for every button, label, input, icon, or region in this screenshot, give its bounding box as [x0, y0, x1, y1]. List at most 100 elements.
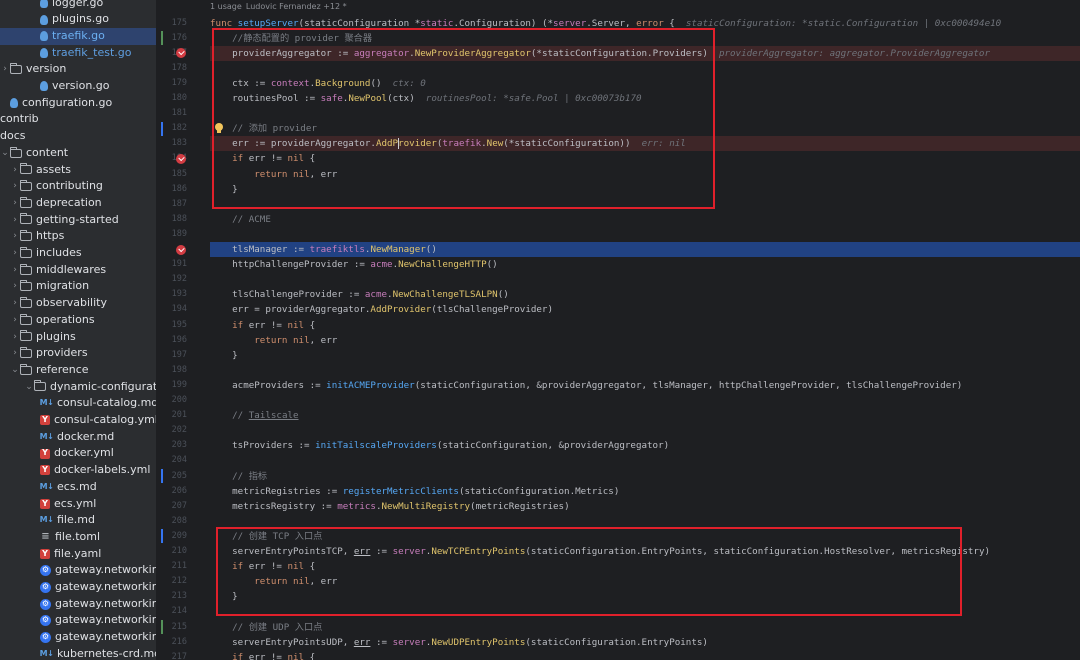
tree-item[interactable]: › plugins [0, 329, 156, 346]
code-line[interactable]: metricsRegistry := metrics.NewMultiRegis… [210, 499, 1080, 514]
chevron-right-icon[interactable]: › [10, 195, 20, 212]
code-line[interactable]: serverEntryPointsUDP, err := server.NewU… [210, 635, 1080, 650]
tree-item[interactable]: ⚙ gateway.networking.k8s [0, 612, 156, 629]
chevron-right-icon[interactable]: › [10, 262, 20, 279]
line-number[interactable]: 207 [157, 499, 187, 514]
tree-item[interactable]: M↓ kubernetes-crd.md [0, 646, 156, 660]
vcs-modified-marker[interactable] [161, 529, 163, 544]
line-number[interactable]: 197 [157, 348, 187, 363]
tree-item[interactable]: version.go [0, 78, 156, 95]
tree-item[interactable]: › https [0, 228, 156, 245]
tree-item[interactable]: Yconsul-catalog.yml [0, 412, 156, 429]
line-number[interactable]: 203 [157, 438, 187, 453]
chevron-down-icon[interactable]: ⌄ [10, 362, 20, 379]
usage-hint[interactable]: 1 usage Ludovic Fernandez +12 * [210, 2, 347, 11]
line-number[interactable]: 206 [157, 484, 187, 499]
line-number[interactable]: 199 [157, 378, 187, 393]
line-number[interactable]: 210 [157, 544, 187, 559]
tree-item[interactable]: › assets [0, 162, 156, 179]
code-line[interactable] [210, 393, 1080, 408]
code-line[interactable]: // 创建 UDP 入口点 [210, 620, 1080, 635]
tree-item[interactable]: › contributing [0, 178, 156, 195]
line-number[interactable]: 211 [157, 559, 187, 574]
tree-item[interactable]: Yecs.yml [0, 496, 156, 513]
tree-item[interactable]: configuration.go [0, 95, 156, 112]
chevron-down-icon[interactable]: ⌄ [0, 145, 10, 162]
tree-item[interactable]: › migration [0, 278, 156, 295]
line-number[interactable]: 189 [157, 227, 187, 242]
code-line[interactable] [210, 227, 1080, 242]
tree-item[interactable]: ⌄ content [0, 145, 156, 162]
code-line[interactable]: tsProviders := initTailscaleProviders(st… [210, 438, 1080, 453]
tree-item[interactable]: plugins.go [0, 11, 156, 28]
code-line[interactable]: return nil, err [210, 333, 1080, 348]
tree-item[interactable]: › operations [0, 312, 156, 329]
tree-item[interactable]: Ydocker.yml [0, 445, 156, 462]
tree-item[interactable]: Yfile.yaml [0, 546, 156, 563]
chevron-right-icon[interactable]: › [10, 312, 20, 329]
line-number[interactable]: 216 [157, 635, 187, 650]
code-line[interactable]: // 指标 [210, 469, 1080, 484]
line-number[interactable]: 191 [157, 257, 187, 272]
breakpoint-icon[interactable] [176, 153, 186, 164]
line-number[interactable]: 192 [157, 272, 187, 287]
line-number[interactable]: 179 [157, 76, 187, 91]
tree-item[interactable]: M↓ consul-catalog.md [0, 395, 156, 412]
tree-item[interactable]: Ydocker-labels.yml [0, 462, 156, 479]
tree-item[interactable]: ⌄ dynamic-configuration [0, 379, 156, 396]
line-number[interactable]: 187 [157, 197, 187, 212]
line-number[interactable]: 185 [157, 167, 187, 182]
chevron-right-icon[interactable]: › [10, 178, 20, 195]
chevron-right-icon[interactable]: › [10, 212, 20, 229]
tree-item[interactable]: contrib [0, 111, 156, 128]
line-number[interactable]: 204 [157, 453, 187, 468]
line-number[interactable]: 188 [157, 212, 187, 227]
code-line[interactable]: // Tailscale [210, 408, 1080, 423]
chevron-right-icon[interactable]: › [10, 162, 20, 179]
tree-item[interactable]: › getting-started [0, 212, 156, 229]
line-number[interactable]: 214 [157, 604, 187, 619]
tree-item[interactable]: logger.go [0, 0, 156, 11]
line-number[interactable]: 195 [157, 318, 187, 333]
line-number[interactable]: 208 [157, 514, 187, 529]
breakpoint-icon[interactable] [176, 244, 186, 255]
line-number[interactable]: 181 [157, 106, 187, 121]
tree-item[interactable]: › middlewares [0, 262, 156, 279]
line-number[interactable]: 217 [157, 650, 187, 660]
code-line[interactable]: if err != nil { [210, 650, 1080, 660]
line-number[interactable]: 183 [157, 136, 187, 151]
line-number[interactable]: 194 [157, 302, 187, 317]
line-number[interactable]: 212 [157, 574, 187, 589]
tree-item[interactable]: ⚙ gateway.networking.k8s [0, 579, 156, 596]
tree-item[interactable]: › includes [0, 245, 156, 262]
chevron-right-icon[interactable]: › [10, 329, 20, 346]
chevron-right-icon[interactable]: › [10, 228, 20, 245]
line-number[interactable]: 186 [157, 182, 187, 197]
chevron-down-icon[interactable]: ⌄ [24, 379, 34, 396]
tree-item[interactable]: M↓ file.md [0, 512, 156, 529]
tree-item[interactable]: ⚙ gateway.networking.k8s [0, 629, 156, 646]
vcs-modified-marker[interactable] [161, 121, 163, 136]
code-line[interactable]: tlsChallengeProvider := acme.NewChalleng… [210, 287, 1080, 302]
line-number[interactable]: 202 [157, 423, 187, 438]
code-line[interactable]: httpChallengeProvider := acme.NewChallen… [210, 257, 1080, 272]
tree-item[interactable]: traefik.go [0, 27, 156, 45]
tree-item[interactable]: ≡ file.toml [0, 529, 156, 546]
code-line[interactable]: acmeProviders := initACMEProvider(static… [210, 378, 1080, 393]
line-number[interactable]: 193 [157, 287, 187, 302]
tree-item[interactable]: M↓ docker.md [0, 429, 156, 446]
tree-item[interactable]: traefik_test.go [0, 45, 156, 62]
code-line[interactable]: tlsManager := traefiktls.NewManager() [210, 242, 1080, 258]
vcs-added-marker[interactable] [161, 31, 163, 46]
line-number[interactable]: 201 [157, 408, 187, 423]
line-number[interactable]: 213 [157, 589, 187, 604]
code-line[interactable] [210, 423, 1080, 438]
editor-gutter[interactable]: 1751761771781791801811821831841851861871… [157, 0, 223, 660]
tree-item[interactable]: ⚙ gateway.networking.k8s [0, 596, 156, 613]
tree-item[interactable]: › observability [0, 295, 156, 312]
code-line[interactable] [210, 363, 1080, 378]
tree-item[interactable]: › version [0, 61, 156, 78]
project-tree[interactable]: logger.go plugins.go traefik.go traefik_tes… [0, 0, 157, 660]
code-line[interactable] [210, 272, 1080, 287]
chevron-right-icon[interactable]: › [10, 245, 20, 262]
